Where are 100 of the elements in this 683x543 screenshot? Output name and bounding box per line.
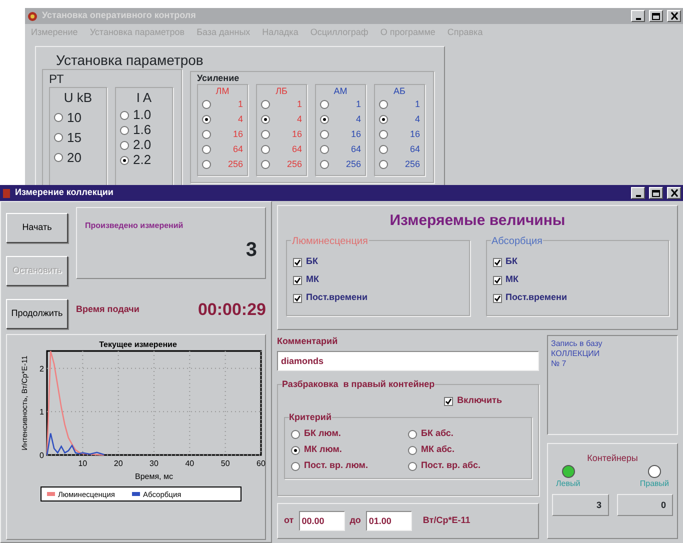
range-label: от [284,514,294,528]
maximize-button[interactable] [649,187,663,199]
checkbox-label: Пост.времени [306,291,368,304]
option-label: МК абс. [421,443,454,456]
group-title: АМ [332,85,348,97]
checkbox[interactable] [492,258,502,266]
radio-button[interactable] [408,430,417,438]
option-label: 16 [410,128,420,141]
checkbox[interactable] [293,276,302,284]
radio-button[interactable] [261,115,270,124]
close-icon [670,12,678,20]
radio-button[interactable] [379,115,388,124]
radio-button[interactable] [54,153,63,162]
radio-button[interactable] [261,130,270,139]
radio-button[interactable] [202,100,211,109]
radio-button[interactable] [291,430,300,438]
option-label: 4 [296,112,302,126]
option-label: 64 [410,142,420,156]
close-button[interactable] [667,187,681,199]
radio-button[interactable] [320,145,329,154]
checkbox-label: Включить [457,394,502,408]
radio-button[interactable] [320,100,329,109]
command-button[interactable]: Продолжить [6,299,68,329]
radio-button[interactable] [120,126,129,134]
option-label: 64 [292,142,302,156]
x-tick-label: 30 [150,459,158,468]
radio-button[interactable] [261,145,270,154]
y-tick-label: 0 [40,451,44,460]
range-field[interactable]: 00.00 [298,511,345,531]
app-icon [27,10,38,22]
option-label: 4 [414,112,420,126]
range-field[interactable]: 01.00 [366,511,412,531]
checkbox-label: БК [306,255,318,268]
radio-button[interactable] [291,462,300,470]
maximize-icon [652,12,660,20]
comment-field[interactable]: diamonds [277,351,539,371]
radio-button[interactable] [202,160,211,169]
group-title: Критерий [289,411,332,424]
checkbox-label: МК [506,273,518,286]
option-label: 256 [346,158,361,171]
command-button[interactable]: Начать [6,213,68,243]
x-axis-label: Время, мс [135,472,173,481]
counter-label: Произведено измерений [85,220,184,232]
checkbox[interactable] [492,276,502,284]
option-label: 15 [67,128,82,147]
group-title: I A [135,89,153,106]
radio-button[interactable] [202,130,211,139]
radio-button[interactable] [408,446,417,454]
option-label: 4 [238,112,243,126]
option-label: БК абс. [421,427,454,440]
group-title: Разбраковка в правый контейнер [282,378,435,392]
checkbox[interactable] [492,294,502,302]
indicator-label: Правый [640,478,669,490]
option-label: 64 [232,142,243,156]
y-tick-label: 2 [40,364,44,374]
radio-button[interactable] [320,115,329,124]
option-label: Пост. вр. люм. [304,459,368,472]
radio-button[interactable] [408,462,417,470]
counter-value: 3 [246,238,257,262]
option-label: 1 [238,98,243,111]
radio-button[interactable] [202,115,211,124]
close-icon [670,189,678,197]
option-label: 1 [356,98,361,111]
minimize-icon [636,194,640,196]
radio-button[interactable] [54,133,63,142]
log-line: № 7 [551,358,568,368]
maximize-icon [652,190,660,196]
field-label: Комментарий [277,334,339,348]
radio-button[interactable] [54,113,63,122]
option-label: 256 [228,158,243,171]
log-line: Запись в базу [551,338,604,348]
radio-button[interactable] [261,100,270,109]
checkbox[interactable] [293,258,302,266]
radio-button[interactable] [261,160,270,169]
feed-time-label: Время подачи [76,303,140,316]
minimize-button[interactable] [631,187,645,199]
radio-button[interactable] [120,140,129,150]
minimize-icon [636,18,640,20]
checkbox[interactable] [293,294,302,302]
radio-button[interactable] [379,100,388,109]
radio-button[interactable] [379,130,388,139]
radio-button[interactable] [202,145,211,154]
checkbox[interactable] [444,396,454,406]
minimize-button[interactable] [631,10,645,22]
radio-button[interactable] [120,156,129,164]
close-button[interactable] [667,10,681,22]
option-label: 256 [404,158,420,171]
option-label: 16 [350,128,361,141]
radio-button[interactable] [291,446,300,454]
maximize-button[interactable] [649,10,663,22]
option-label: 64 [350,142,361,156]
window-title: Измерение коллекции [15,186,114,200]
radio-button[interactable] [379,160,388,169]
option-label: 4 [356,112,361,126]
radio-button[interactable] [320,160,329,169]
radio-button[interactable] [320,130,329,139]
radio-button[interactable] [120,110,129,120]
feed-time-value: 00:00:29 [198,299,266,321]
radio-button[interactable] [379,145,388,154]
option-label: 16 [232,128,243,141]
